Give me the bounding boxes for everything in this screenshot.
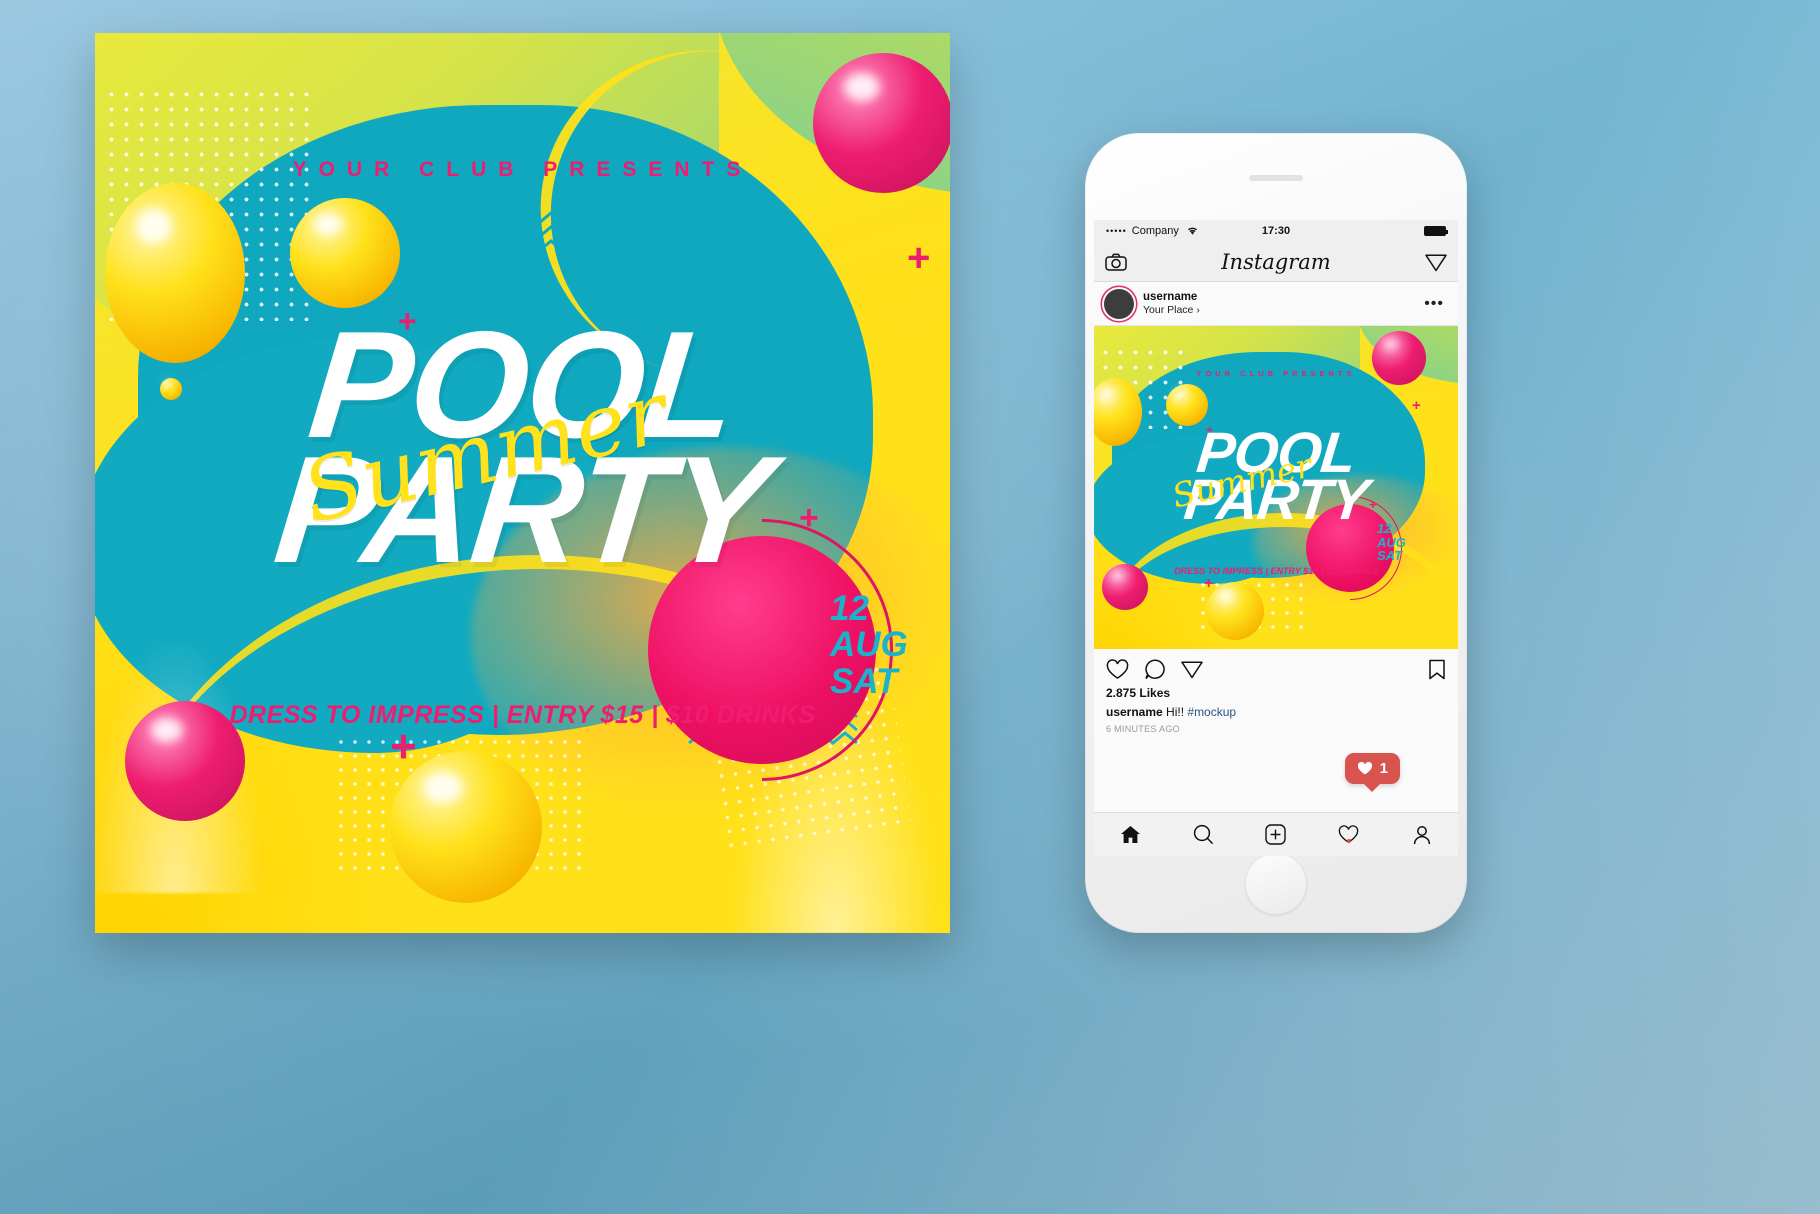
yellow-ball-bottom: [390, 751, 542, 903]
plus-decoration-1: +: [907, 236, 931, 280]
post-caption: username Hi!! #mockup: [1106, 705, 1446, 719]
phone-screen: ••••• Company 17:30 Instagram username Y…: [1094, 220, 1458, 856]
heart-icon[interactable]: [1106, 658, 1129, 680]
caption-hashtag[interactable]: #mockup: [1187, 705, 1236, 719]
post-timestamp: 6 MINUTES AGO: [1106, 724, 1180, 734]
flyer-presents-text: YOUR CLUB PRESENTS: [292, 158, 753, 181]
phone-mockup: ••••• Company 17:30 Instagram username Y…: [1085, 133, 1467, 933]
phone-home-button[interactable]: [1245, 853, 1307, 915]
instagram-header: Instagram: [1094, 242, 1458, 282]
pool-party-flyer: + + + + YOUR CLUB PRESENTS POOL PARTY Su…: [95, 33, 950, 933]
chevron-right-icon: ›: [1196, 304, 1200, 317]
flyer-date-day: 12: [830, 589, 869, 628]
post-date-weekday: SAT: [1377, 548, 1403, 564]
post-more-icon[interactable]: •••: [1424, 295, 1448, 313]
post-yellow-ball-top: [1166, 384, 1208, 426]
instagram-logo: Instagram: [1221, 249, 1331, 274]
tab-profile[interactable]: [1402, 820, 1442, 850]
activity-badge-dot: [1346, 838, 1351, 843]
post-username[interactable]: username: [1143, 291, 1200, 305]
post-plus-1: +: [1412, 397, 1421, 414]
post-image[interactable]: + + + + YOUR CLUB PRESENTS POOL PARTY Su…: [1094, 326, 1458, 649]
comment-icon[interactable]: [1144, 658, 1166, 680]
phone-speaker: [1249, 175, 1303, 181]
yellow-ball-small-top: [290, 198, 400, 308]
post-zigzag-icon: [1252, 389, 1314, 405]
post-meta: 2.875 Likes username Hi!! #mockup 6 MINU…: [1094, 685, 1458, 734]
flyer-date-weekday: SAT: [830, 661, 898, 701]
caption-username[interactable]: username: [1106, 705, 1163, 719]
caption-text: Hi!!: [1166, 705, 1185, 719]
heart-filled-icon: [1357, 761, 1373, 776]
tab-home[interactable]: [1110, 820, 1150, 850]
tab-activity[interactable]: [1329, 820, 1369, 850]
flyer-info-text: DRESS TO IMPRESS | ENTRY $15 | $10 DRINK…: [229, 701, 816, 729]
post-presents-text: YOUR CLUB PRESENTS: [1196, 369, 1356, 378]
bookmark-icon[interactable]: [1428, 659, 1446, 680]
post-info-text: DRESS TO IMPRESS | ENTRY $15 | $10 DRINK…: [1174, 566, 1378, 576]
post-location[interactable]: Your Place ›: [1143, 304, 1200, 316]
status-time: 17:30: [1261, 225, 1291, 237]
zigzag-top-icon: [466, 211, 636, 253]
flyer-date-month: AUG: [830, 625, 908, 665]
post-plus-4: +: [1204, 575, 1214, 592]
avatar[interactable]: [1100, 285, 1138, 322]
tab-search[interactable]: [1183, 820, 1223, 850]
post-user-row[interactable]: username Your Place › •••: [1094, 282, 1458, 326]
battery-icon: [1424, 226, 1448, 236]
tab-add[interactable]: [1256, 820, 1296, 850]
share-paper-plane-icon[interactable]: [1181, 659, 1203, 679]
post-date-day: 12: [1377, 521, 1392, 536]
flyer-date-block: 12 AUG SAT: [830, 589, 940, 701]
status-bar: ••••• Company 17:30: [1094, 220, 1458, 242]
post-user-meta: username Your Place ›: [1143, 291, 1200, 317]
post-yellow-ball-bottom: [1206, 582, 1264, 640]
post-date-block: 12 AUG SAT: [1377, 522, 1423, 563]
likes-count: 2.875 Likes: [1106, 686, 1171, 700]
like-notification-badge: 1: [1344, 753, 1400, 784]
post-location-label: Your Place: [1143, 304, 1194, 317]
post-date-month: AUG: [1377, 534, 1406, 550]
post-actions: [1094, 649, 1458, 685]
notification-count: 1: [1379, 760, 1388, 777]
tab-bar: [1094, 812, 1458, 856]
status-right: [1424, 226, 1448, 236]
